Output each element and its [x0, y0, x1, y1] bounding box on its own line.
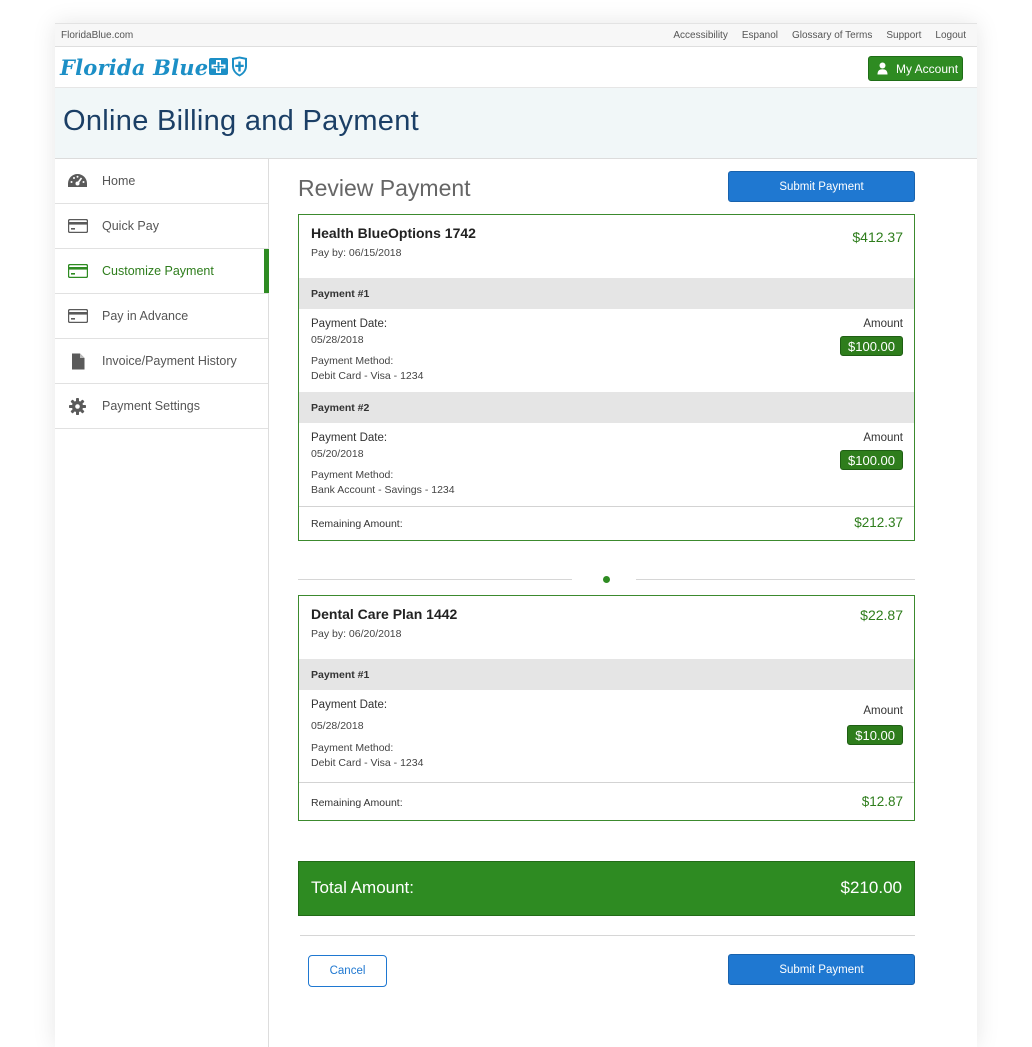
remaining-row: Remaining Amount: $12.87 [299, 782, 914, 820]
dashboard-icon [67, 172, 88, 190]
blue-shield-icon [232, 56, 247, 77]
document-icon [67, 352, 88, 370]
payment-method-label: Payment Method: [311, 742, 394, 754]
sidebar-item-label: Home [102, 174, 136, 188]
cancel-button[interactable]: Cancel [308, 955, 387, 987]
payment-method-label: Payment Method: [311, 469, 394, 481]
amount-badge: $100.00 [840, 336, 903, 356]
payment-header: Payment #1 [299, 659, 914, 690]
sidebar-item-quick-pay[interactable]: Quick Pay [55, 204, 268, 249]
pay-by-date: Pay by: 06/15/2018 [311, 247, 402, 259]
app-frame: FloridaBlue.com Accessibility Espanol Gl… [55, 23, 977, 1047]
pager-dot [603, 576, 610, 583]
sidebar-item-payment-settings[interactable]: Payment Settings [55, 384, 268, 429]
my-account-button[interactable]: My Account [868, 56, 963, 81]
submit-payment-button-top[interactable]: Submit Payment [728, 171, 915, 202]
page-header: Online Billing and Payment [55, 88, 977, 159]
sidebar-item-home[interactable]: Home [55, 159, 268, 204]
amount-badge: $10.00 [847, 725, 903, 745]
sidebar-item-pay-in-advance[interactable]: Pay in Advance [55, 294, 268, 339]
section-title: Review Payment [298, 175, 471, 201]
amount-label: Amount [863, 432, 903, 444]
payment-method: Debit Card - Visa - 1234 [311, 757, 424, 769]
remaining-amount: $212.37 [854, 515, 903, 530]
brand-header: Florida Blue My Account [55, 47, 977, 88]
site-link[interactable]: FloridaBlue.com [61, 30, 133, 41]
gear-icon [67, 397, 88, 415]
plan-total: $22.87 [860, 607, 903, 623]
payment-method: Bank Account - Savings - 1234 [311, 484, 455, 496]
total-value: $210.00 [840, 878, 902, 897]
my-account-label: My Account [896, 61, 959, 76]
payment-date-label: Payment Date: [311, 432, 388, 444]
payment-method: Debit Card - Visa - 1234 [311, 370, 424, 382]
card-icon [67, 217, 88, 235]
amount-badge: $100.00 [840, 450, 903, 470]
blue-cross-icon [209, 58, 228, 75]
payment-details: Payment Date: 05/28/2018 Payment Method:… [299, 690, 914, 782]
total-amount-bar: Total Amount: $210.00 [298, 861, 915, 916]
payment-details: Payment Date: 05/20/2018 Payment Method:… [299, 423, 914, 506]
pay-by-date: Pay by: 06/20/2018 [311, 628, 402, 640]
payment-method-label: Payment Method: [311, 355, 394, 367]
amount-label: Amount [863, 318, 903, 330]
sidebar-item-label: Invoice/Payment History [102, 354, 237, 368]
plan-name: Health BlueOptions 1742 [311, 225, 476, 241]
amount-label: Amount [863, 705, 903, 717]
card-icon [67, 262, 88, 280]
remaining-label: Remaining Amount: [311, 518, 403, 530]
logout-link[interactable]: Logout [935, 30, 966, 41]
divider-left [298, 579, 572, 580]
payment-date: 05/20/2018 [311, 448, 364, 460]
sidebar-item-label: Pay in Advance [102, 309, 189, 323]
sidebar-item-label: Quick Pay [102, 219, 159, 233]
sidebar-item-label: Payment Settings [102, 399, 200, 413]
plan-header: Health BlueOptions 1742 Pay by: 06/15/20… [299, 215, 914, 278]
utility-bar: FloridaBlue.com Accessibility Espanol Gl… [55, 24, 977, 47]
plan-card: Dental Care Plan 1442 Pay by: 06/20/2018… [298, 595, 915, 821]
bottom-divider [300, 935, 915, 936]
plan-header: Dental Care Plan 1442 Pay by: 06/20/2018… [299, 596, 914, 659]
total-label: Total Amount: [311, 878, 415, 897]
payment-details: Payment Date: 05/28/2018 Payment Method:… [299, 309, 914, 392]
sidebar-item-label: Customize Payment [102, 264, 214, 278]
plan-total: $412.37 [852, 229, 903, 245]
glossary-link[interactable]: Glossary of Terms [792, 30, 872, 41]
payment-date-label: Payment Date: [311, 699, 388, 711]
espanol-link[interactable]: Espanol [742, 30, 778, 41]
payment-header: Payment #1 [299, 278, 914, 309]
user-icon [877, 62, 888, 75]
divider-right [636, 579, 915, 580]
plan-name: Dental Care Plan 1442 [311, 606, 458, 622]
sidebar-item-invoice-history[interactable]: Invoice/Payment History [55, 339, 268, 384]
utility-links: Accessibility Espanol Glossary of Terms … [673, 30, 966, 41]
logo[interactable]: Florida Blue [60, 55, 208, 80]
support-link[interactable]: Support [886, 30, 921, 41]
page-title: Online Billing and Payment [63, 105, 419, 137]
plan-card: Health BlueOptions 1742 Pay by: 06/15/20… [298, 214, 915, 541]
sidebar: Home Quick Pay Customize Payment Pay in … [55, 159, 269, 1047]
payment-header: Payment #2 [299, 392, 914, 423]
accessibility-link[interactable]: Accessibility [673, 30, 727, 41]
card-icon [67, 307, 88, 325]
payment-date: 05/28/2018 [311, 334, 364, 346]
remaining-row: Remaining Amount: $212.37 [299, 506, 914, 540]
payment-date-label: Payment Date: [311, 318, 388, 330]
remaining-amount: $12.87 [861, 794, 903, 809]
submit-payment-button-bottom[interactable]: Submit Payment [728, 954, 915, 985]
remaining-label: Remaining Amount: [311, 797, 403, 809]
sidebar-item-customize-payment[interactable]: Customize Payment [55, 249, 269, 294]
payment-date: 05/28/2018 [311, 720, 364, 732]
